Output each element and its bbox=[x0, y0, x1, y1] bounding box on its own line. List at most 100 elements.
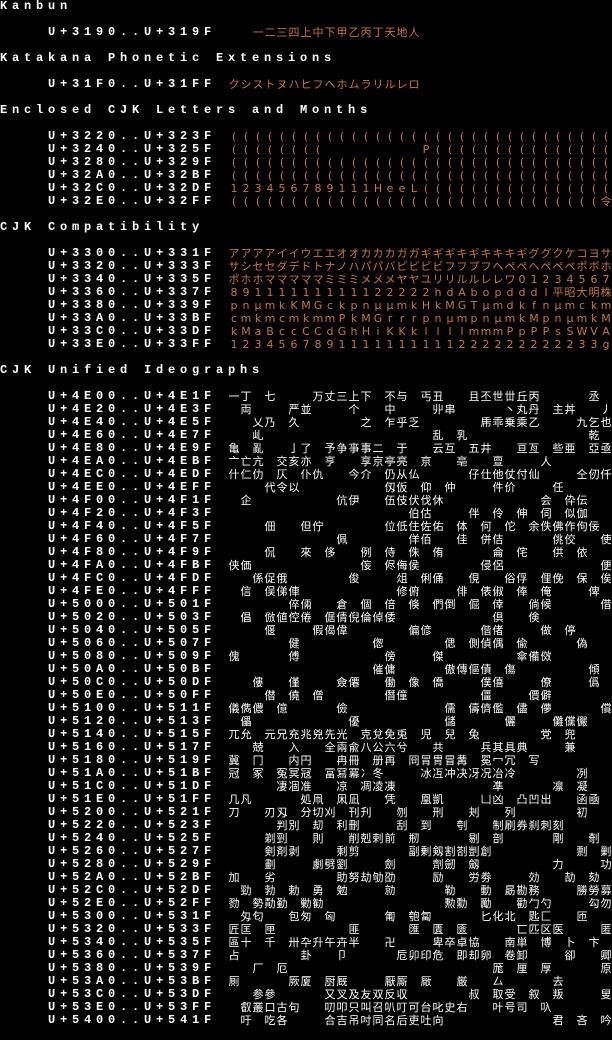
glyph: プ bbox=[468, 260, 480, 273]
glyph: 一 bbox=[252, 26, 264, 39]
glyph: 仟 bbox=[600, 468, 612, 481]
glyph: 似 bbox=[564, 507, 576, 520]
glyph: 乾 bbox=[588, 429, 600, 442]
glyph: 傍 bbox=[384, 650, 396, 663]
glyph: 劃 bbox=[264, 858, 276, 871]
glyph: 1 bbox=[434, 338, 442, 351]
glyph bbox=[264, 429, 276, 442]
glyph: シ bbox=[240, 78, 252, 91]
glyph: 冓 bbox=[456, 754, 468, 767]
glyph bbox=[504, 611, 516, 624]
glyph bbox=[480, 455, 492, 468]
glyph: 効 bbox=[528, 871, 540, 884]
glyph: 倩 bbox=[336, 611, 348, 624]
glyph bbox=[468, 481, 480, 494]
glyph bbox=[504, 702, 516, 715]
glyph bbox=[444, 819, 456, 832]
glyph: ペ bbox=[552, 260, 564, 273]
glyph bbox=[372, 598, 384, 611]
glyph bbox=[432, 832, 444, 845]
glyph: ( bbox=[243, 169, 249, 182]
glyph: 儘 bbox=[516, 702, 528, 715]
glyph bbox=[240, 546, 252, 559]
glyph: 區 bbox=[228, 936, 240, 949]
glyph: 佃 bbox=[264, 520, 276, 533]
glyph: 冖 bbox=[492, 754, 504, 767]
glyph bbox=[312, 455, 324, 468]
glyph-samples: 参參 又叉及友双反収叔取受叙叛叟 bbox=[228, 988, 612, 1001]
glyph: 人 bbox=[540, 455, 552, 468]
glyph bbox=[324, 481, 336, 494]
glyph bbox=[312, 533, 324, 546]
glyph: 乕 bbox=[480, 416, 492, 429]
glyph: ヘ bbox=[324, 78, 336, 91]
glyph: 侘 bbox=[516, 546, 528, 559]
glyph bbox=[588, 689, 600, 702]
glyph: 儁 bbox=[240, 702, 252, 715]
glyph: 倶 bbox=[492, 611, 504, 624]
glyph: μ bbox=[554, 299, 562, 312]
glyph bbox=[468, 962, 480, 975]
glyph: 世 bbox=[492, 390, 504, 403]
glyph bbox=[444, 624, 456, 637]
glyph bbox=[372, 429, 384, 442]
glyph: 分 bbox=[300, 806, 312, 819]
glyph bbox=[240, 572, 252, 585]
glyph: 1 bbox=[362, 338, 370, 351]
glyph: 俚 bbox=[540, 572, 552, 585]
glyph: 卸 bbox=[516, 949, 528, 962]
glyph: ( bbox=[567, 156, 573, 169]
glyph: 儻 bbox=[564, 715, 576, 728]
glyph: 函 bbox=[576, 793, 588, 806]
glyph: 倉 bbox=[336, 598, 348, 611]
glyph bbox=[528, 962, 540, 975]
glyph bbox=[408, 637, 420, 650]
glyph bbox=[372, 962, 384, 975]
glyph: 丹 bbox=[528, 403, 540, 416]
glyph bbox=[312, 975, 324, 988]
glyph: 動 bbox=[480, 884, 492, 897]
glyph: イ bbox=[288, 247, 300, 260]
glyph: ( bbox=[435, 195, 441, 208]
glyph: ケ bbox=[564, 247, 576, 260]
glyph bbox=[588, 962, 600, 975]
glyph bbox=[240, 871, 252, 884]
glyph: レ bbox=[492, 273, 504, 286]
glyph bbox=[492, 949, 504, 962]
glyph bbox=[480, 1001, 492, 1014]
glyph: 傷 bbox=[504, 663, 516, 676]
glyph bbox=[252, 949, 264, 962]
glyph: 倥 bbox=[288, 611, 300, 624]
glyph: 例 bbox=[360, 546, 372, 559]
glyph: ル bbox=[384, 78, 396, 91]
glyph bbox=[360, 702, 372, 715]
glyph bbox=[252, 728, 264, 741]
glyph bbox=[360, 897, 372, 910]
glyph bbox=[576, 754, 588, 767]
glyph bbox=[540, 468, 552, 481]
glyph: 剣 bbox=[264, 845, 276, 858]
glyph bbox=[600, 455, 612, 468]
glyph bbox=[540, 390, 552, 403]
glyph: ( bbox=[267, 195, 273, 208]
glyph bbox=[324, 143, 336, 156]
glyph bbox=[540, 741, 552, 754]
glyph: 卜 bbox=[564, 936, 576, 949]
glyph: ( bbox=[519, 143, 525, 156]
glyph: 2 bbox=[470, 338, 478, 351]
glyph: 勵 bbox=[480, 897, 492, 910]
glyph: 凵 bbox=[480, 793, 492, 806]
glyph: 却 bbox=[468, 949, 480, 962]
glyph bbox=[516, 767, 528, 780]
glyph: 亳 bbox=[456, 455, 468, 468]
glyph: ( bbox=[351, 130, 357, 143]
glyph bbox=[264, 975, 276, 988]
unicode-block-section: Kanbun U+3190..U+319F 一二三四上中下甲乙丙丁天地人 bbox=[0, 0, 612, 39]
glyph-samples: サシセセダデドトナノハパパバピピピビフフプフヘペペヘペペベポボホ bbox=[228, 260, 612, 273]
glyph bbox=[396, 845, 408, 858]
glyph: μ bbox=[566, 312, 574, 325]
glyph bbox=[348, 858, 360, 871]
glyph bbox=[324, 663, 336, 676]
glyph: 免 bbox=[384, 728, 396, 741]
glyph bbox=[504, 650, 516, 663]
